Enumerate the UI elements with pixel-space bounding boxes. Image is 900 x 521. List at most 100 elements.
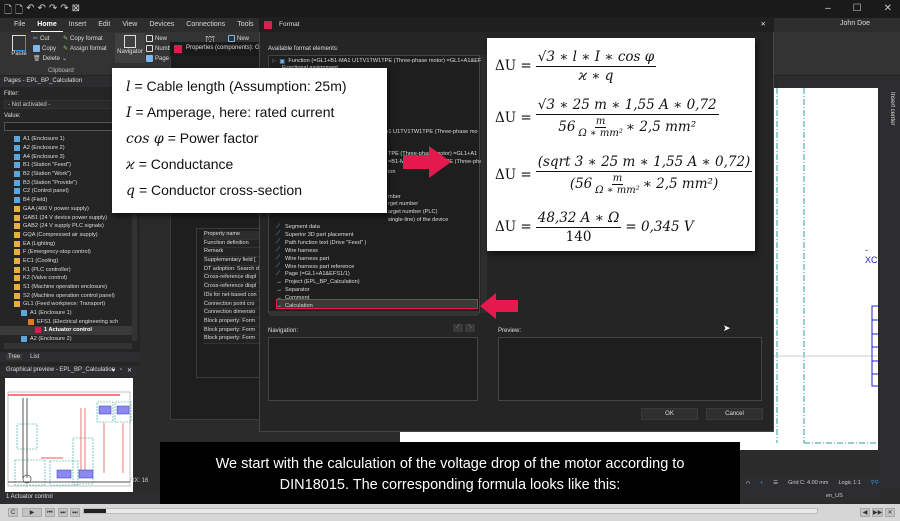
list-item[interactable]: ⟋ Page (=GL1+A1&EFS1/1) (276, 270, 350, 278)
crosshair-icon[interactable]: + (760, 480, 763, 486)
next-button[interactable]: ⏭ (58, 508, 68, 517)
list-item[interactable]: ⟋ Wire harness (276, 247, 318, 255)
list-item[interactable]: → Project (EPL_BP_Calculation) (276, 278, 360, 286)
insert-center-tab[interactable]: Insert center (880, 88, 900, 488)
close-button[interactable]: ✕ (884, 3, 892, 14)
list-item[interactable]: ⟋ Wire harness part reference (276, 263, 354, 271)
table-row[interactable]: Connection point cro (203, 300, 260, 310)
tab-devices[interactable]: Devices (143, 18, 180, 32)
list-item[interactable]: rget number (388, 200, 418, 208)
drawing-tab-strip (778, 76, 900, 88)
paste-button[interactable]: Paste (8, 35, 30, 57)
table-row[interactable]: Remark (203, 248, 260, 258)
volume-button[interactable]: ◀ (860, 508, 870, 517)
navigation-box[interactable] (268, 337, 478, 401)
tab-list[interactable]: List (30, 354, 39, 360)
tree-item[interactable]: EA (Lighting) (0, 239, 136, 248)
folder-icon (14, 214, 20, 221)
tree-item[interactable]: S1 (Machine operation enclosure) (0, 283, 136, 292)
move-down-button[interactable]: ⟍ (465, 324, 475, 332)
tab-tools[interactable]: Tools (231, 18, 259, 32)
elements-horizontal-scrollbar[interactable] (269, 311, 479, 316)
maximize-button[interactable]: ☐ (853, 3, 862, 14)
wire-icon: ⟋ (276, 239, 281, 246)
tree-horizontal-scrollbar[interactable] (4, 343, 132, 349)
assign-format-button[interactable]: ✎ Assign format (63, 45, 107, 53)
tree-item[interactable]: K2 (Valve control) (0, 274, 136, 283)
tab-view[interactable]: View (116, 18, 143, 32)
new-page-button[interactable]: New (146, 35, 167, 42)
tree-item[interactable]: EC1 (Cooling) (0, 257, 136, 266)
list-item[interactable]: MA1 U1TV1TW1TPE (Three-phase mo (380, 128, 478, 136)
video-subtitle: We start with the calculation of the vol… (160, 442, 740, 504)
formula-general: ΔU = √3 ∗ l ∗ I ∗ cos φϰ ∗ q (495, 48, 657, 84)
table-row[interactable]: Cross-reference displ (203, 283, 260, 292)
list-item[interactable]: arget number (PLC) (388, 208, 437, 216)
table-row[interactable]: Supplementary field [ (203, 257, 260, 266)
list-item[interactable]: → Separator (276, 286, 310, 294)
formula-result: ΔU = 48,32 A ∗ Ω 140 = 0,345 V (495, 209, 694, 245)
dropdown-icon[interactable]: ▾ (112, 367, 115, 374)
table-row[interactable]: DT adoption: Search d (203, 265, 260, 275)
tree-item[interactable]: GAB1 (24 V device power supply) (0, 213, 136, 222)
tab-edit[interactable]: Edit (92, 18, 116, 32)
tab-insert[interactable]: Insert (63, 18, 93, 32)
magnet-icon[interactable]: ∩ (746, 480, 750, 486)
navigator-button[interactable]: Navigator (115, 33, 145, 63)
graphical-preview-canvas[interactable] (5, 378, 133, 492)
list-item[interactable]: ⟋ Path function text (Drive "Feed" ) (276, 239, 366, 247)
move-up-button[interactable]: ⟋ (453, 324, 463, 332)
close-icon[interactable]: ✕ (761, 20, 766, 28)
list-item[interactable]: ⟋ Wire harness part (276, 255, 329, 263)
navigation-label: Navigation: (268, 328, 299, 334)
cut-button[interactable]: ✂ Cut (33, 35, 49, 43)
skip-button[interactable]: ⏭ (70, 508, 80, 517)
list-item[interactable]: ion (388, 168, 395, 176)
zoom-icon[interactable]: ⚲⚲ (871, 480, 879, 486)
close-icon[interactable]: ✕ (127, 367, 132, 374)
list-item[interactable]: → Comment (276, 294, 309, 302)
table-row[interactable]: Connection dimensio (203, 309, 260, 318)
table-row[interactable]: Function definition (203, 239, 260, 249)
tree-item[interactable]: 1 Actuator control (0, 326, 136, 335)
table-row[interactable]: Block property: Form (203, 326, 260, 336)
minimize-button[interactable]: – (825, 3, 831, 14)
tab-connections[interactable]: Connections (180, 18, 231, 32)
list-item[interactable]: single-line) of the device (388, 216, 448, 224)
grid-icon[interactable]: ☰ (773, 480, 778, 486)
table-row[interactable]: IDs for net-based con (203, 291, 260, 301)
filter-label: Filter: (4, 91, 19, 97)
tree-item[interactable]: A1 (Enclosure 1) (0, 309, 136, 318)
copy-format-button[interactable]: ✎ Copy format (63, 35, 103, 43)
new-device-button[interactable]: New (228, 35, 249, 42)
table-header[interactable]: Property name (203, 231, 260, 240)
previous-button[interactable]: ⏮ (45, 508, 55, 517)
video-progress-bar[interactable] (83, 508, 818, 514)
pin-icon[interactable]: ▫ (120, 367, 122, 374)
tree-item[interactable]: S2 (Machine operation control panel) (0, 291, 136, 300)
tab-home[interactable]: Home (31, 18, 63, 32)
list-item[interactable]: ⟋ Segment data (276, 223, 320, 231)
tree-item[interactable]: GL1 (Feed workpiece: Transport) (0, 300, 136, 309)
calculation-item[interactable]: → Calculation (276, 302, 313, 310)
delete-button[interactable]: 🗑 Delete ⌄ (33, 55, 67, 63)
caption-button[interactable]: C (8, 508, 18, 517)
tab-tree[interactable]: Tree (6, 354, 23, 360)
tree-item[interactable]: GQA (Compressed air supply) (0, 231, 136, 240)
tree-item[interactable]: F (Emergency-stop control) (0, 248, 136, 257)
table-row[interactable]: Block property: Form (203, 317, 260, 327)
ok-button[interactable]: OK (641, 408, 698, 420)
list-item[interactable]: ⟋ Superior 3D part placement (276, 231, 353, 239)
tree-item[interactable]: EFS1 (Electrical engineering sch (0, 317, 136, 326)
cancel-button[interactable]: Cancel (706, 408, 763, 420)
tab-file[interactable]: File (8, 18, 31, 32)
speed-button[interactable]: ▶▶ (872, 508, 883, 517)
tree-item[interactable]: K1 (PLC controller) (0, 265, 136, 274)
play-button[interactable]: ▶ (22, 508, 42, 517)
user-name[interactable]: John Doe (840, 20, 870, 27)
table-row[interactable]: Cross-reference displ (203, 274, 260, 284)
tree-item[interactable]: GAB2 (24 V supply PLC signals) (0, 222, 136, 231)
table-row[interactable]: Block property: Form (203, 335, 260, 344)
exit-player-button[interactable]: ✕ (885, 508, 895, 517)
copy-button[interactable]: Copy (33, 45, 56, 52)
